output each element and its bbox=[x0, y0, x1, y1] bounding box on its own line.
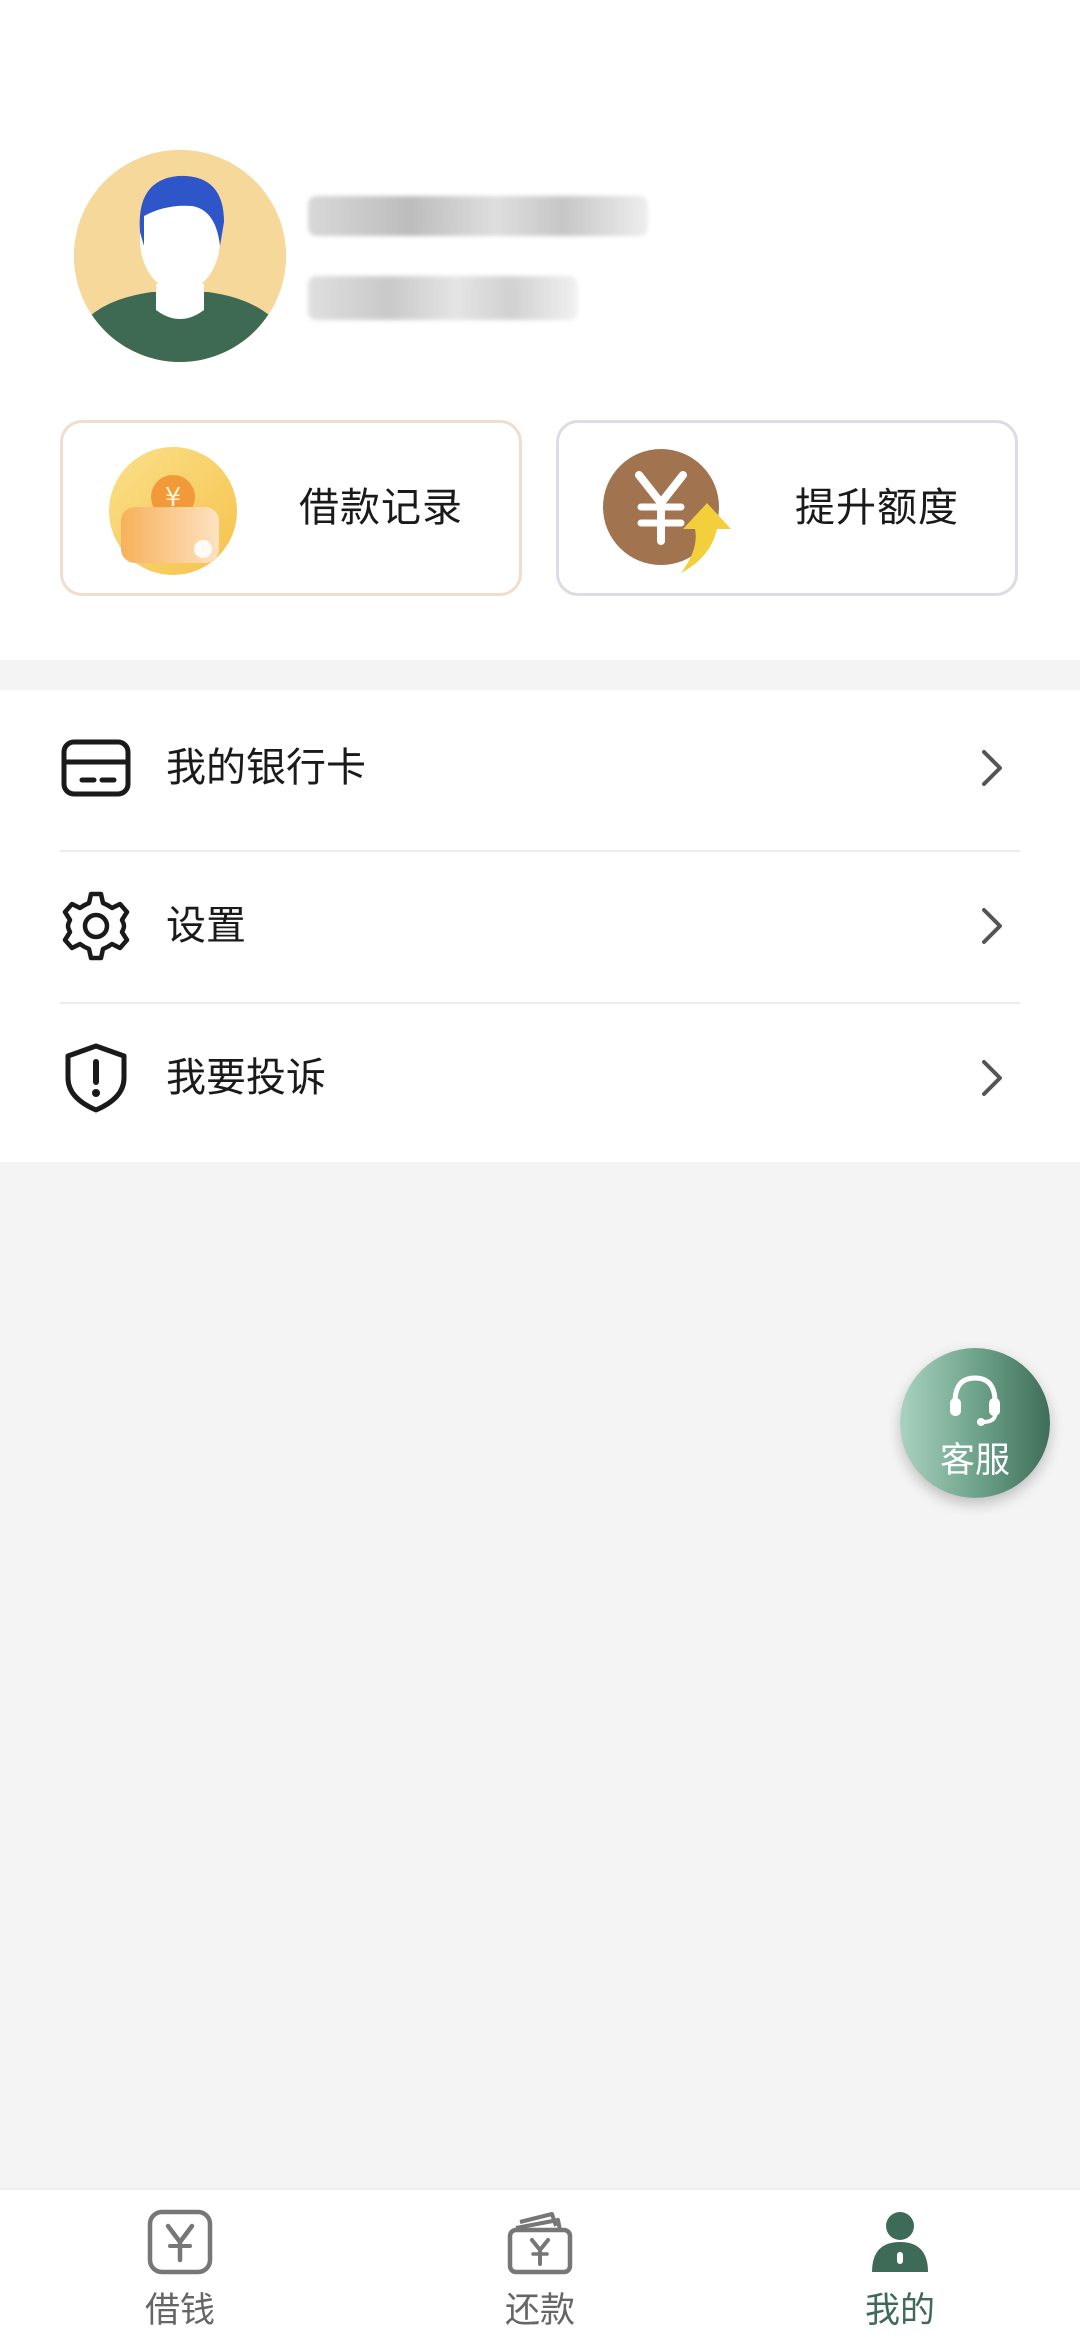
tab-label: 我的 bbox=[864, 2291, 935, 2331]
chevron-right-icon bbox=[982, 908, 1002, 944]
shield-alert-icon bbox=[65, 1043, 127, 1113]
bank-card-icon bbox=[61, 739, 131, 797]
profile-section: ¥ 借款记录 提升额度 bbox=[0, 0, 1080, 660]
menu-item-bank-card[interactable]: 我的银行卡 bbox=[60, 692, 1020, 844]
headset-icon bbox=[950, 1375, 1000, 1426]
tab-label: 借钱 bbox=[144, 2291, 215, 2331]
customer-service-button[interactable]: 客服 bbox=[900, 1348, 1050, 1498]
avatar[interactable] bbox=[74, 150, 286, 362]
customer-service-label: 客服 bbox=[939, 1441, 1010, 1481]
chevron-right-icon bbox=[982, 1060, 1002, 1096]
user-name bbox=[308, 196, 648, 236]
repay-wallet-icon bbox=[507, 2212, 573, 2275]
menu-item-settings[interactable]: 设置 bbox=[60, 850, 1020, 1002]
menu-item-label: 设置 bbox=[166, 903, 246, 949]
loan-records-card[interactable]: ¥ 借款记录 bbox=[60, 420, 522, 596]
raise-limit-card[interactable]: 提升额度 bbox=[556, 420, 1018, 596]
tab-borrow[interactable]: 借钱 bbox=[80, 2190, 280, 2340]
menu-item-label: 我的银行卡 bbox=[166, 745, 366, 791]
menu-item-label: 我要投诉 bbox=[166, 1055, 326, 1101]
tab-repay[interactable]: 还款 bbox=[440, 2190, 640, 2340]
bottom-tab-bar: 借钱 还款 我的 bbox=[0, 2188, 1080, 2340]
yen-arrow-up-icon bbox=[603, 449, 731, 573]
avatar-person-icon bbox=[74, 150, 286, 362]
my-page: ¥ 借款记录 提升额度 我的银行卡 设置 我要投诉 客服 借钱 还款 我的 bbox=[0, 0, 1080, 2340]
user-icon bbox=[872, 2212, 928, 2272]
tab-label: 还款 bbox=[504, 2291, 575, 2331]
chevron-right-icon bbox=[982, 750, 1002, 786]
wallet-coin-icon: ¥ bbox=[109, 447, 237, 575]
menu-list: 我的银行卡 设置 我要投诉 bbox=[0, 690, 1080, 1162]
loan-records-label: 借款记录 bbox=[299, 485, 463, 531]
yen-box-icon bbox=[147, 2209, 213, 2275]
gear-icon bbox=[62, 891, 130, 961]
raise-limit-label: 提升额度 bbox=[795, 485, 959, 531]
menu-item-complaint[interactable]: 我要投诉 bbox=[60, 1002, 1020, 1154]
tab-mine[interactable]: 我的 bbox=[800, 2190, 1000, 2340]
user-phone bbox=[308, 276, 578, 320]
